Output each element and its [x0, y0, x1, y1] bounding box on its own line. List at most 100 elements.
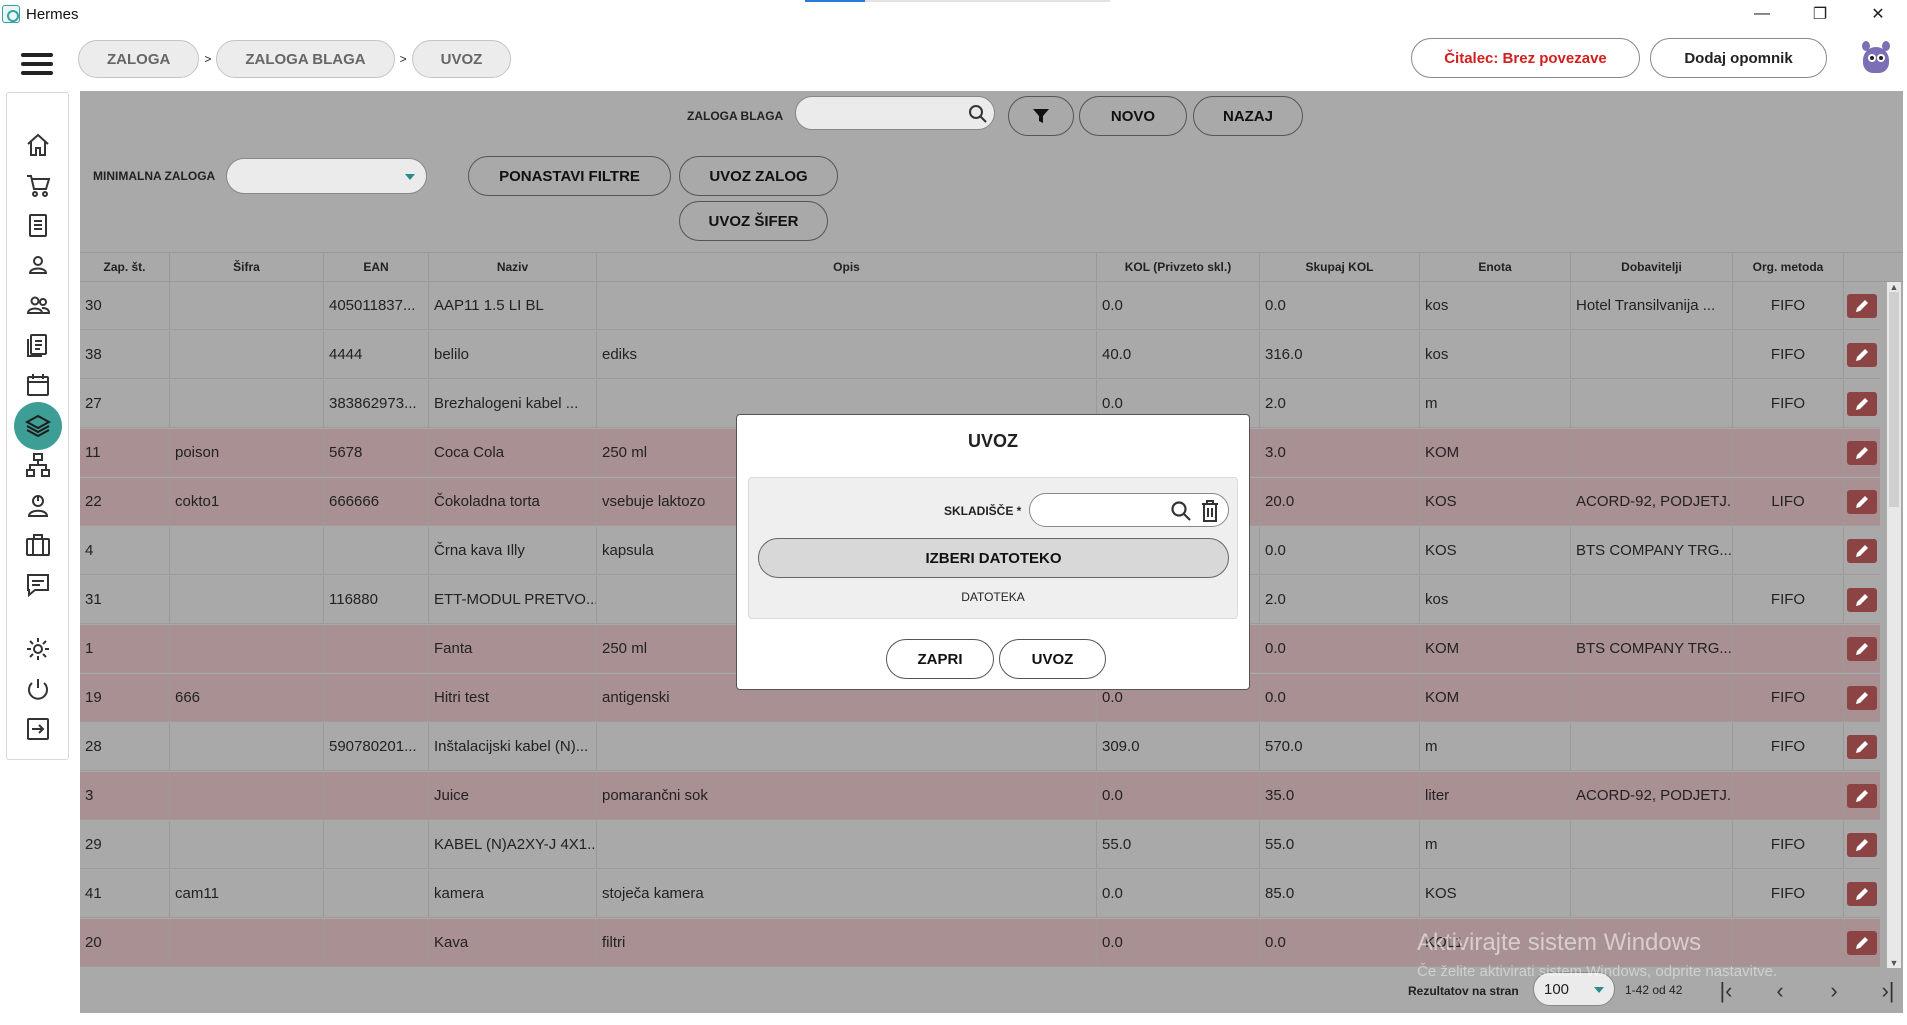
- column-header[interactable]: Zap. št.: [80, 253, 170, 281]
- briefcase-icon[interactable]: [18, 527, 58, 563]
- filter-button[interactable]: [1008, 96, 1074, 136]
- table-cell-enota: liter: [1420, 772, 1571, 819]
- import-stock-button[interactable]: UVOZ ZALOG: [679, 156, 838, 196]
- search-icon[interactable]: [968, 104, 988, 124]
- edit-row-button[interactable]: [1847, 685, 1877, 710]
- table-cell-ean: [324, 821, 429, 868]
- table-row[interactable]: 29 KABEL (N)A2XY-J 4X1... 55.0 55.0 m FIFO: [80, 821, 1880, 869]
- next-page-icon[interactable]: ›: [1820, 977, 1848, 1005]
- minimize-button[interactable]: —: [1733, 0, 1791, 28]
- table-row[interactable]: 41 cam11 kamera stoječa kamera 0.0 85.0 KOS FIF…: [80, 870, 1880, 918]
- table-cell-sifra: [170, 919, 324, 966]
- warehouse-input[interactable]: [1029, 493, 1229, 527]
- pencil-icon: [1856, 397, 1868, 410]
- previous-page-icon[interactable]: ‹: [1766, 977, 1794, 1005]
- edit-row-button[interactable]: [1847, 587, 1877, 612]
- edit-row-button[interactable]: [1847, 783, 1877, 808]
- min-stock-label: MINIMALNA ZALOGA: [93, 169, 216, 183]
- new-button[interactable]: NOVO: [1079, 96, 1187, 136]
- column-header[interactable]: Enota: [1420, 253, 1571, 281]
- edit-row-button[interactable]: [1847, 440, 1877, 465]
- document-icon[interactable]: [18, 207, 58, 243]
- table-cell-dob: [1571, 870, 1733, 917]
- breadcrumb-item-zaloga-blaga[interactable]: ZALOGA BLAGA: [216, 40, 395, 78]
- layers-icon[interactable]: [14, 402, 62, 450]
- table-cell-actions: [1844, 870, 1880, 917]
- list-icon[interactable]: [18, 327, 58, 363]
- breadcrumb-item-uvoz[interactable]: UVOZ: [411, 40, 512, 78]
- table-cell-naziv: Brezhalogeni kabel ...: [429, 380, 597, 427]
- trash-icon[interactable]: [1200, 499, 1220, 523]
- column-header[interactable]: EAN: [324, 253, 429, 281]
- table-cell-naziv: Coca Cola: [429, 429, 597, 476]
- search-input[interactable]: [795, 96, 995, 130]
- hamburger-menu-icon[interactable]: [21, 53, 53, 75]
- edit-row-button[interactable]: [1847, 832, 1877, 857]
- import-button[interactable]: UVOZ: [999, 639, 1106, 679]
- scroll-up-icon[interactable]: ▲: [1887, 282, 1901, 292]
- pencil-icon: [1856, 936, 1868, 949]
- reader-status-button[interactable]: Čitalec: Brez povezave: [1411, 38, 1640, 78]
- support-icon[interactable]: [18, 487, 58, 523]
- close-button[interactable]: ZAPRI: [886, 639, 994, 679]
- table-row[interactable]: 30 405011837... AAP11 1.5 LI BL 0.0 0.0 kos Ho…: [80, 282, 1880, 330]
- network-icon[interactable]: [18, 447, 58, 483]
- table-cell-naziv: Inštalacijski kabel (N)...: [429, 723, 597, 770]
- pencil-icon: [1856, 446, 1868, 459]
- table-cell-metoda: [1733, 625, 1844, 672]
- home-icon[interactable]: [18, 127, 58, 163]
- filter-icon: [1033, 109, 1049, 123]
- scroll-down-icon[interactable]: ▼: [1887, 958, 1901, 968]
- vertical-scrollbar[interactable]: ▲ ▼: [1887, 282, 1901, 968]
- edit-row-button[interactable]: [1847, 636, 1877, 661]
- edit-row-button[interactable]: [1847, 538, 1877, 563]
- column-header[interactable]: Šifra: [170, 253, 324, 281]
- calendar-icon[interactable]: [18, 367, 58, 403]
- column-header[interactable]: Naziv: [429, 253, 597, 281]
- edit-row-button[interactable]: [1847, 489, 1877, 514]
- table-cell-enota: kos: [1420, 331, 1571, 378]
- table-cell-zap: 41: [80, 870, 170, 917]
- edit-row-button[interactable]: [1847, 734, 1877, 759]
- pencil-icon: [1856, 789, 1868, 802]
- gear-icon[interactable]: [18, 631, 58, 667]
- edit-row-button[interactable]: [1847, 293, 1877, 318]
- users-icon[interactable]: [18, 287, 58, 323]
- min-stock-select[interactable]: [226, 158, 427, 194]
- cart-icon[interactable]: [18, 167, 58, 203]
- logout-icon[interactable]: [18, 711, 58, 747]
- restore-button[interactable]: ❐: [1791, 0, 1849, 28]
- column-header[interactable]: Opis: [597, 253, 1097, 281]
- choose-file-button[interactable]: IZBERI DATOTEKO: [758, 538, 1229, 578]
- edit-row-button[interactable]: [1847, 391, 1877, 416]
- column-header[interactable]: Skupaj KOL: [1260, 253, 1420, 281]
- edit-row-button[interactable]: [1847, 930, 1877, 955]
- table-row[interactable]: 38 4444 belilo ediks 40.0 316.0 kos FIFO: [80, 331, 1880, 379]
- power-icon[interactable]: [18, 671, 58, 707]
- dialog-form: SKLADIŠČE * IZBERI DATOTEKO DATOTEKA: [748, 477, 1238, 619]
- edit-row-button[interactable]: [1847, 881, 1877, 906]
- edit-row-button[interactable]: [1847, 342, 1877, 367]
- avatar[interactable]: [1857, 39, 1895, 77]
- import-codes-button[interactable]: UVOZ ŠIFER: [679, 201, 828, 241]
- chat-icon[interactable]: [18, 567, 58, 603]
- column-header[interactable]: Org. metoda: [1733, 253, 1844, 281]
- table-cell-dob: ACORD-92, PODJETJ...: [1571, 772, 1733, 819]
- search-label: ZALOGA BLAGA: [687, 109, 784, 123]
- user-icon[interactable]: [18, 247, 58, 283]
- first-page-icon[interactable]: |‹: [1712, 977, 1740, 1005]
- column-header[interactable]: KOL (Privzeto skl.): [1097, 253, 1260, 281]
- column-header[interactable]: Dobavitelji: [1571, 253, 1733, 281]
- table-row[interactable]: 3 Juice pomarančni sok 0.0 35.0 liter ACORD-92…: [80, 772, 1880, 820]
- breadcrumb-item-zaloga[interactable]: ZALOGA: [78, 40, 200, 78]
- last-page-icon[interactable]: ›|: [1874, 977, 1902, 1005]
- close-window-button[interactable]: ✕: [1849, 0, 1907, 28]
- table-row[interactable]: 28 590780201... Inštalacijski kabel (N)...…: [80, 723, 1880, 771]
- reset-filters-button[interactable]: PONASTAVI FILTRE: [468, 156, 671, 196]
- add-reminder-button[interactable]: Dodaj opomnik: [1650, 38, 1827, 78]
- table-cell-naziv: Čokoladna torta: [429, 478, 597, 525]
- back-button[interactable]: NAZAJ: [1193, 96, 1303, 136]
- dialog-title: UVOZ: [967, 431, 1018, 451]
- search-icon[interactable]: [1170, 500, 1192, 522]
- scrollbar-thumb[interactable]: [1889, 292, 1899, 507]
